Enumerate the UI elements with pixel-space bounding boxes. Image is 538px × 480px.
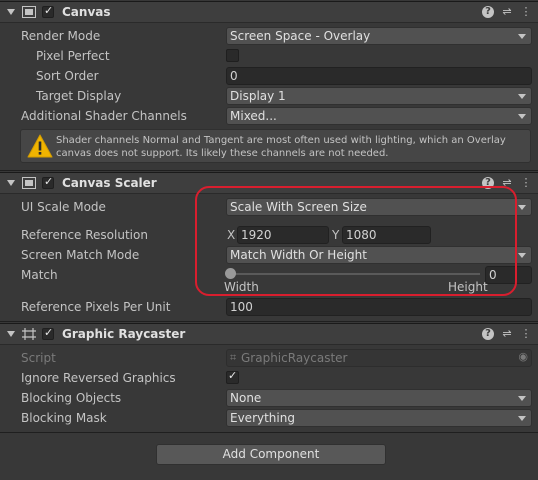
graphic-raycaster-enabled-checkbox[interactable]: ✓ bbox=[42, 326, 54, 340]
fold-arrow-icon[interactable] bbox=[7, 180, 15, 186]
shader-channels-label: Additional Shader Channels bbox=[21, 109, 187, 123]
script-field: ⌗ GraphicRaycaster ◉ bbox=[226, 349, 532, 367]
chevron-down-icon bbox=[518, 396, 526, 401]
more-icon[interactable]: ⋮ bbox=[519, 5, 533, 19]
ignore-reversed-label: Ignore Reversed Graphics bbox=[21, 371, 176, 385]
screen-match-mode-label: Screen Match Mode bbox=[21, 248, 140, 262]
render-mode-dropdown[interactable]: Screen Space - Overlay bbox=[226, 27, 532, 45]
ignore-reversed-checkbox[interactable]: ✓ bbox=[226, 369, 239, 384]
chevron-down-icon bbox=[518, 34, 526, 39]
warning-icon bbox=[27, 134, 53, 158]
script-label: Script bbox=[21, 351, 56, 365]
render-mode-label: Render Mode bbox=[21, 29, 101, 43]
shader-channels-dropdown[interactable]: Mixed... bbox=[226, 107, 532, 125]
ref-pixels-per-unit-field[interactable]: 100 bbox=[226, 298, 532, 316]
preset-icon[interactable]: ⇌ bbox=[500, 327, 514, 341]
ref-pixels-per-unit-label: Reference Pixels Per Unit bbox=[21, 300, 171, 314]
ui-scale-mode-label: UI Scale Mode bbox=[21, 200, 106, 214]
reference-resolution-label: Reference Resolution bbox=[21, 228, 148, 242]
component-divider bbox=[0, 321, 538, 322]
target-display-label: Target Display bbox=[36, 89, 122, 103]
canvas-enabled-checkbox[interactable]: ✓ bbox=[42, 4, 54, 18]
fold-arrow-icon[interactable] bbox=[7, 9, 15, 15]
sort-order-field[interactable]: 0 bbox=[226, 67, 532, 85]
chevron-down-icon bbox=[518, 114, 526, 119]
highlight-annotation bbox=[195, 186, 517, 296]
component-divider bbox=[0, 432, 538, 433]
warning-text: Shader channels Normal and Tangent are m… bbox=[56, 135, 506, 159]
more-icon[interactable]: ⋮ bbox=[519, 176, 533, 190]
sort-order-label: Sort Order bbox=[36, 69, 99, 83]
object-picker-icon: ◉ bbox=[518, 350, 528, 363]
match-label: Match bbox=[21, 268, 58, 282]
preset-icon[interactable]: ⇌ bbox=[500, 5, 514, 19]
raycaster-icon bbox=[22, 328, 36, 340]
component-divider bbox=[0, 170, 538, 171]
graphic-raycaster-header[interactable]: ✓ Graphic Raycaster ? ⇌ ⋮ bbox=[0, 323, 538, 345]
fold-arrow-icon[interactable] bbox=[7, 331, 15, 337]
component-title: Canvas Scaler bbox=[62, 176, 157, 190]
component-title: Canvas bbox=[62, 5, 111, 19]
help-icon[interactable]: ? bbox=[482, 6, 494, 18]
component-title: Graphic Raycaster bbox=[62, 327, 186, 341]
blocking-mask-label: Blocking Mask bbox=[21, 411, 107, 425]
chevron-down-icon bbox=[518, 205, 526, 210]
more-icon[interactable]: ⋮ bbox=[519, 327, 533, 341]
chevron-down-icon bbox=[518, 253, 526, 258]
pixel-perfect-label: Pixel Perfect bbox=[36, 49, 110, 63]
canvas-component-icon bbox=[22, 6, 36, 18]
help-icon[interactable]: ? bbox=[482, 328, 494, 340]
target-display-dropdown[interactable]: Display 1 bbox=[226, 87, 532, 105]
add-component-button[interactable]: Add Component bbox=[156, 444, 386, 465]
blocking-mask-dropdown[interactable]: Everything bbox=[226, 409, 532, 427]
chevron-down-icon bbox=[518, 94, 526, 99]
canvas-scaler-icon bbox=[22, 177, 36, 189]
canvas-scaler-enabled-checkbox[interactable]: ✓ bbox=[42, 175, 54, 189]
chevron-down-icon bbox=[518, 416, 526, 421]
warning-box: Shader channels Normal and Tangent are m… bbox=[20, 129, 531, 163]
blocking-objects-dropdown[interactable]: None bbox=[226, 389, 532, 407]
canvas-header[interactable]: ✓ Canvas ? ⇌ ⋮ bbox=[0, 1, 538, 23]
blocking-objects-label: Blocking Objects bbox=[21, 391, 122, 405]
pixel-perfect-checkbox[interactable] bbox=[226, 49, 239, 62]
script-file-icon: ⌗ bbox=[230, 351, 237, 364]
